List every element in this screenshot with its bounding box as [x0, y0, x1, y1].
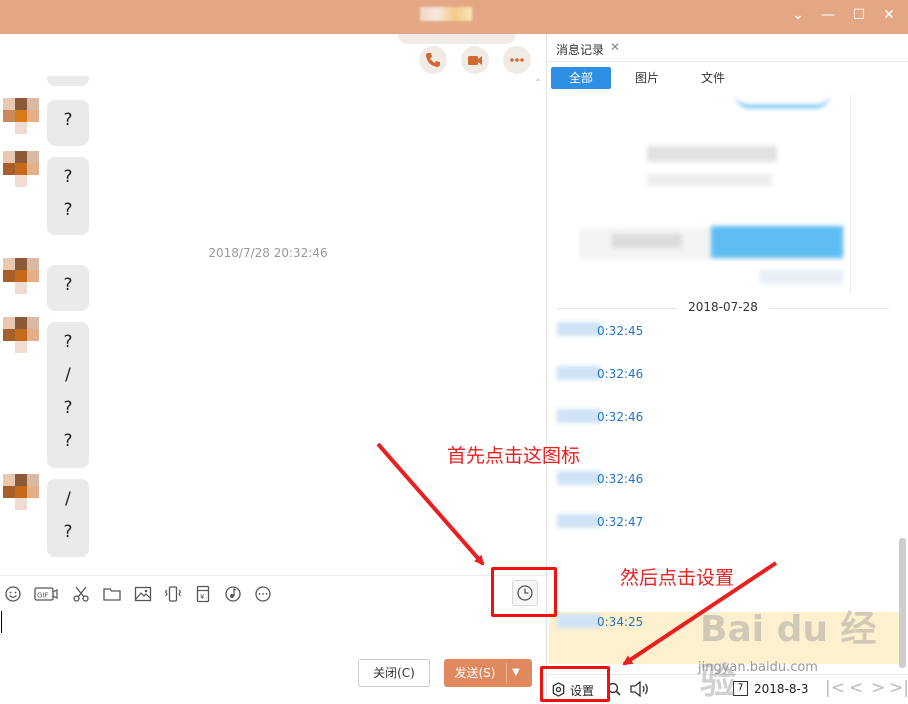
annotation-step-one: 首先点击这图标 — [447, 445, 581, 467]
annotation-step-two: 然后点击设置 — [620, 567, 735, 589]
annotation-arrows — [376, 442, 778, 666]
